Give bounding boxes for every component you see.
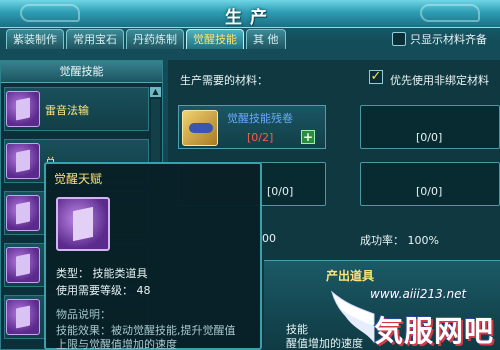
material-count: [0/2] [247,131,274,144]
tab-other[interactable]: 其 他 [246,29,286,49]
success-rate: 成功率： 100% [360,234,439,247]
tooltip-desc: 上限与觉醒值增加的速度 [56,338,177,350]
skill-book-icon [56,197,110,251]
tab-awakening-skills[interactable]: 觉醒技能 [186,29,244,49]
material-slot-empty[interactable]: [0/0] [360,162,500,206]
watermark-text: 気服网吧 [374,314,495,348]
prefer-unbound-label: 优先使用非绑定材料 [390,74,489,87]
tab-pill-crafting[interactable]: 丹药炼制 [126,29,184,49]
material-slot[interactable]: 觉醒技能残卷 [0/2] + [178,105,326,149]
skill-list-item[interactable]: 雷音法输 [4,87,149,131]
skill-book-icon [6,247,40,283]
only-show-label: 只显示材料齐备 [410,33,487,46]
item-tooltip: 觉醒天赋 类型： 技能类道具 使用需要等级： 48 物品说明： 技能效果：被动觉… [44,162,262,350]
window-title: 生产 [225,8,275,28]
title-bar: 生产 [0,0,500,28]
material-name: 觉醒技能残卷 [227,112,293,125]
cost-value: 00 [262,232,276,245]
only-show-complete-option[interactable]: 只显示材料齐备 [392,31,487,47]
skill-book-icon [6,91,40,127]
watermark-url: www.aiii213.net [370,287,467,301]
tooltip-level: 使用需要等级： 48 [56,284,151,297]
tab-bar: 紫装制作 常用宝石 丹药炼制 觉醒技能 其 他 [6,29,286,49]
skill-book-icon [6,143,40,179]
prefer-unbound-checkbox[interactable]: ✓ [369,70,383,84]
watermark: www.aiii213.net 気服网吧 [330,278,500,350]
tooltip-desc-header: 物品说明： [56,308,111,321]
slot-count: [0/0] [416,131,443,144]
material-slot-empty[interactable]: [0/0] [360,105,500,149]
tooltip-type: 类型： 技能类道具 [56,267,148,280]
production-window: 生产 紫装制作 常用宝石 丹药炼制 觉醒技能 其 他 只显示材料齐备 觉醒技能 … [0,0,500,350]
tab-purple-gear[interactable]: 紫装制作 [6,29,64,49]
slot-count: [0/0] [267,185,294,198]
skill-book-icon [6,299,40,335]
skill-book-icon [6,195,40,231]
skill-list-header: 觉醒技能 [1,61,162,83]
skill-scroll-icon [182,110,218,146]
tab-common-gems[interactable]: 常用宝石 [66,29,124,49]
add-material-button[interactable]: + [301,130,315,144]
skill-name: 雷音法输 [45,104,89,117]
slot-count: [0/0] [416,185,443,198]
materials-label: 生产需要的材料： [180,74,268,87]
only-show-checkbox[interactable] [392,32,406,46]
scroll-up-icon[interactable]: ▲ [150,87,161,97]
tooltip-title: 觉醒天赋 [54,172,103,186]
